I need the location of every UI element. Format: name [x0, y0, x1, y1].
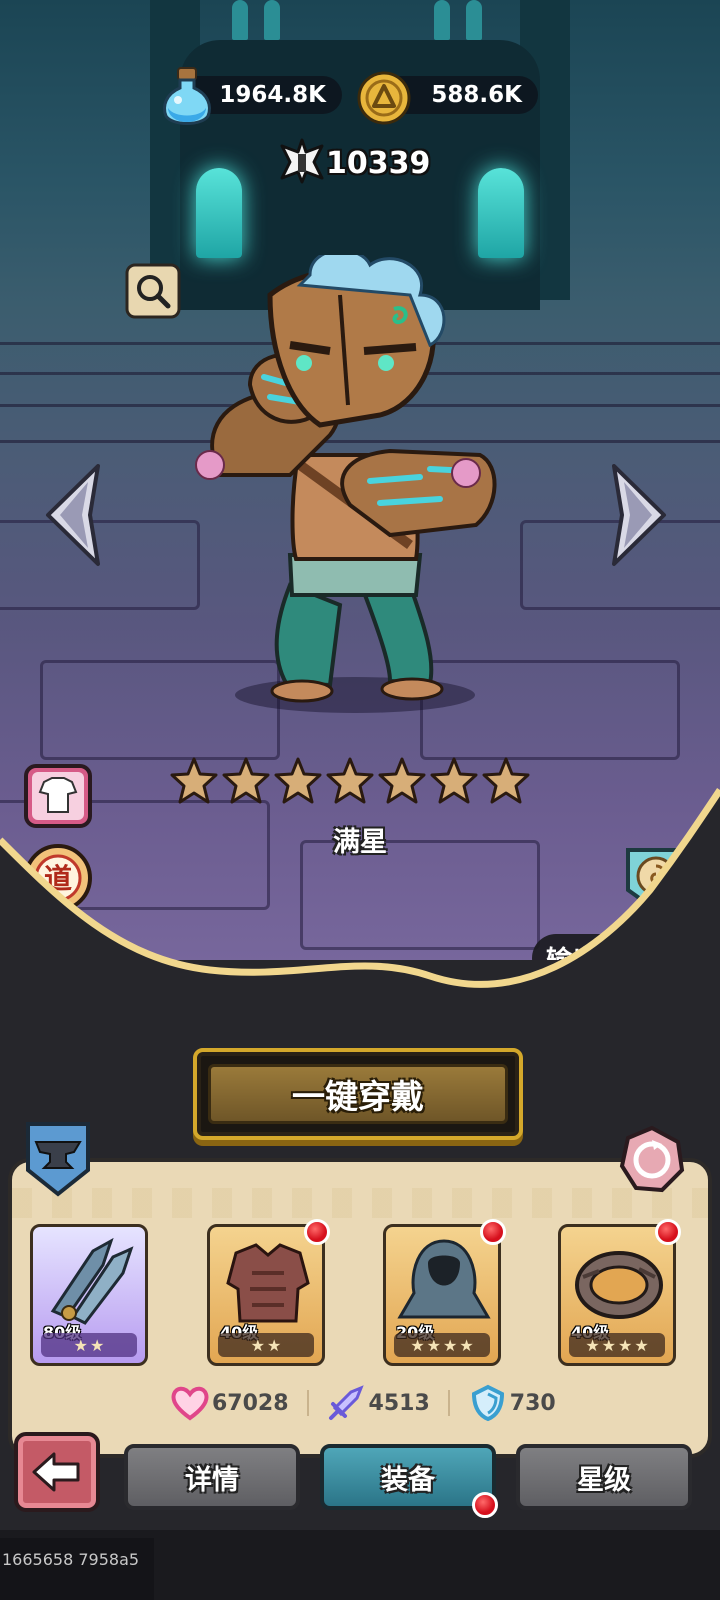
equipment-slot-weapon[interactable]: 80级 ★★ [30, 1224, 148, 1366]
slot-star-icon: ★ [73, 1335, 88, 1355]
shield-icon [471, 1384, 504, 1422]
slot-star-icon: ★ [90, 1335, 105, 1355]
forge-button[interactable] [22, 1118, 94, 1198]
leather-armor-icon [226, 1243, 310, 1323]
iron-ring-icon [575, 1251, 663, 1319]
slot-stars: ★ ★ ★ ★ [394, 1333, 490, 1357]
tab-details-label: 详情 [185, 1464, 239, 1496]
slot-stars: ★ ★ [218, 1333, 314, 1357]
slot-stars: ★ ★ [41, 1333, 137, 1357]
stat-hp: 67028 [170, 1384, 289, 1422]
slot-star-icon: ★ [585, 1335, 600, 1355]
tab-stars[interactable]: 星级 [516, 1444, 692, 1510]
slot-star-icon: ★ [410, 1335, 425, 1355]
slot-star-icon: ★ [601, 1335, 616, 1355]
slot-star-icon: ★ [618, 1335, 633, 1355]
stat-defense: 730 [468, 1384, 556, 1422]
sheet-pattern [12, 1188, 708, 1218]
tab-equipment-label: 装备 [381, 1464, 435, 1496]
background-window [434, 0, 450, 40]
hero-character[interactable] [180, 255, 520, 715]
background-window [196, 168, 242, 258]
background-window [478, 168, 524, 258]
blue-potion-icon [163, 67, 211, 125]
stat-hp-value: 67028 [212, 1390, 289, 1416]
sword-icon [328, 1385, 364, 1420]
slot-star-icon: ★ [459, 1335, 474, 1355]
power-wings-icon [280, 138, 324, 184]
slot-star-icon: ★ [634, 1335, 649, 1355]
notification-dot [304, 1219, 330, 1245]
footer-id: 1665658 7958a5 [0, 1538, 154, 1600]
stat-attack-value: 4513 [368, 1390, 430, 1416]
background-window [264, 0, 280, 40]
previous-hero-arrow[interactable] [38, 460, 108, 570]
equipment-slot-armor[interactable]: 40级 ★★ [207, 1219, 330, 1366]
hooded-cloak-icon [397, 1239, 491, 1319]
heart-icon [171, 1386, 209, 1421]
background-window [466, 0, 482, 40]
tab-stars-label: 星级 [577, 1464, 631, 1496]
notification-dot [655, 1219, 681, 1245]
background-window [232, 0, 248, 40]
notification-dot [480, 1219, 506, 1245]
stat-attack: 4513 [327, 1384, 430, 1422]
stat-divider [306, 1390, 309, 1416]
inspect-button[interactable] [124, 262, 182, 320]
coin-amount: 588.6K [431, 82, 522, 108]
reset-button[interactable] [616, 1124, 688, 1196]
wear-all-label: 一键穿戴 [208, 1064, 508, 1124]
slot-star-icon: ★ [267, 1335, 282, 1355]
back-arrow-icon [32, 1452, 80, 1492]
slot-stars: ★ ★ ★ ★ [569, 1333, 665, 1357]
wear-all-button[interactable]: 一键穿戴 [193, 1048, 523, 1140]
stat-defense-value: 730 [509, 1390, 556, 1416]
stat-divider [447, 1390, 450, 1416]
power-value: 10339 [326, 146, 431, 181]
notification-dot [472, 1492, 498, 1518]
equipment-slot-hood[interactable]: 20级 ★★★★ [383, 1219, 506, 1366]
slot-star-icon: ★ [443, 1335, 458, 1355]
tab-details[interactable]: 详情 [124, 1444, 300, 1510]
potion-amount: 1964.8K [219, 82, 326, 108]
dual-claw-blades-icon [50, 1237, 134, 1325]
slot-star-icon: ★ [426, 1335, 441, 1355]
next-hero-arrow[interactable] [604, 460, 674, 570]
equipment-slot-ring[interactable]: 40级 ★★★★ [558, 1219, 681, 1366]
hero-stats: 67028 4513 730 [170, 1384, 556, 1422]
tab-equipment[interactable]: 装备 [320, 1444, 498, 1518]
back-button[interactable] [14, 1432, 100, 1512]
gold-coin-icon [357, 71, 411, 125]
slot-star-icon: ★ [250, 1335, 265, 1355]
panel-torn-edge [0, 788, 720, 1020]
